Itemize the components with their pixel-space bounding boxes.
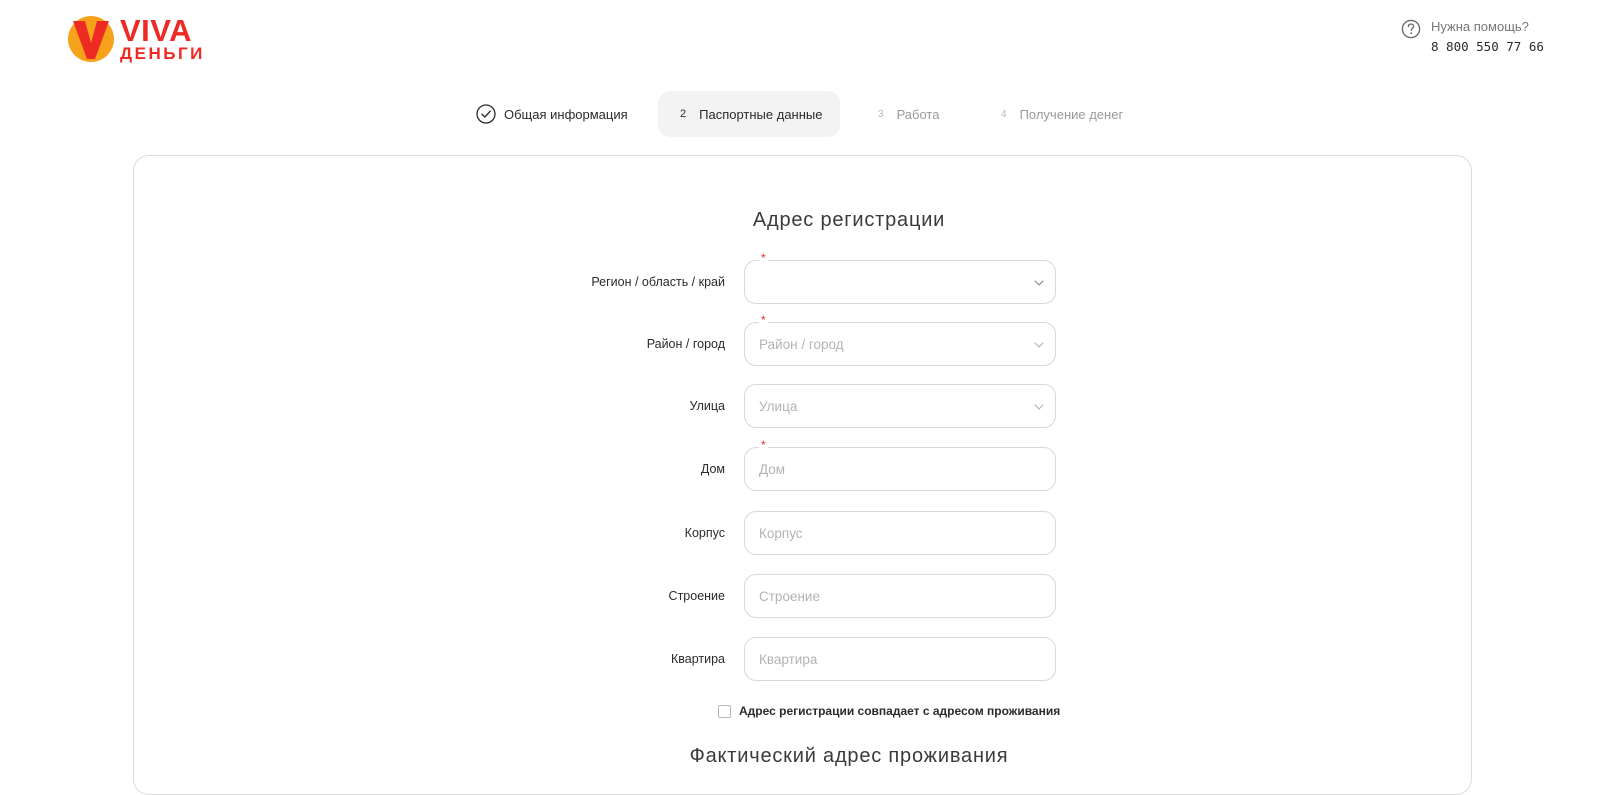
korpus-label: Корпус xyxy=(684,526,725,540)
street-label: Улица xyxy=(689,399,726,413)
logo-viva-text: VIVA xyxy=(120,12,193,48)
apartment-label: Квартира xyxy=(670,652,725,666)
actual-address-title: Фактический адрес проживания xyxy=(689,745,1009,767)
check-circle-icon xyxy=(476,104,496,124)
viva-logo-icon xyxy=(68,16,114,62)
street-input[interactable] xyxy=(745,385,1055,427)
korpus-field[interactable] xyxy=(744,511,1056,555)
apartment-field[interactable] xyxy=(744,637,1056,681)
stroenie-input[interactable] xyxy=(745,575,1055,617)
chevron-down-icon[interactable] xyxy=(1033,339,1045,351)
house-field[interactable]: * xyxy=(744,439,1056,491)
district-input[interactable] xyxy=(745,323,1055,365)
stroenie-field[interactable] xyxy=(744,574,1056,618)
stroenie-label: Строение xyxy=(668,589,725,603)
step-number: 4 xyxy=(1001,108,1007,120)
step-label: Получение денег xyxy=(1019,106,1124,122)
form-row-street: Улица xyxy=(0,384,1600,428)
korpus-input[interactable] xyxy=(745,512,1055,554)
street-select[interactable] xyxy=(744,384,1056,428)
logo[interactable]: VIVA ДЕНЬГИ xyxy=(66,12,205,64)
district-label: Район / город xyxy=(646,337,725,351)
step-work[interactable]: 3 Работа xyxy=(878,91,939,137)
form-row-apartment: Квартира xyxy=(0,637,1600,681)
region-label: Регион / область / край xyxy=(591,275,725,289)
logo-dengi-text: ДЕНЬГИ xyxy=(120,43,205,63)
form-row-house: Дом * xyxy=(0,439,1600,491)
apartment-input[interactable] xyxy=(745,638,1055,680)
help-phone[interactable]: 8 800 550 77 66 xyxy=(1431,37,1544,57)
same-address-checkbox-row[interactable]: Адрес регистрации совпадает с адресом пр… xyxy=(718,703,1060,719)
help-block[interactable]: Нужна помощь? 8 800 550 77 66 xyxy=(1401,18,1544,57)
step-number: 3 xyxy=(878,108,884,120)
same-address-label[interactable]: Адрес регистрации совпадает с адресом пр… xyxy=(739,704,1060,718)
step-label: Общая информация xyxy=(504,106,628,122)
help-title: Нужна помощь? xyxy=(1431,19,1529,34)
stepper: Общая информация 2 Паспортные данные 3 Р… xyxy=(0,91,1600,137)
region-select[interactable]: * xyxy=(744,252,1056,304)
step-passport-data[interactable]: 2 Паспортные данные xyxy=(658,91,840,137)
step-number: 2 xyxy=(680,108,687,120)
step-general-info[interactable]: Общая информация xyxy=(476,91,628,137)
step-label: Работа xyxy=(896,106,940,122)
registration-address-title: Адрес регистрации xyxy=(752,209,946,231)
step-receive-money[interactable]: 4 Получение денег xyxy=(1001,91,1123,137)
same-address-checkbox[interactable] xyxy=(718,704,731,718)
house-input[interactable] xyxy=(745,448,1055,490)
step-label: Паспортные данные xyxy=(699,106,823,122)
district-select[interactable]: * xyxy=(744,314,1056,366)
chevron-down-icon[interactable] xyxy=(1033,401,1045,413)
form-row-region: Регион / область / край * xyxy=(0,252,1600,304)
form-row-stroenie: Строение xyxy=(0,574,1600,618)
form-row-district: Район / город * xyxy=(0,314,1600,366)
form-row-korpus: Корпус xyxy=(0,511,1600,555)
question-circle-icon xyxy=(1401,19,1421,39)
region-input[interactable] xyxy=(745,261,1055,303)
house-label: Дом xyxy=(700,462,725,476)
chevron-down-icon[interactable] xyxy=(1033,277,1045,289)
